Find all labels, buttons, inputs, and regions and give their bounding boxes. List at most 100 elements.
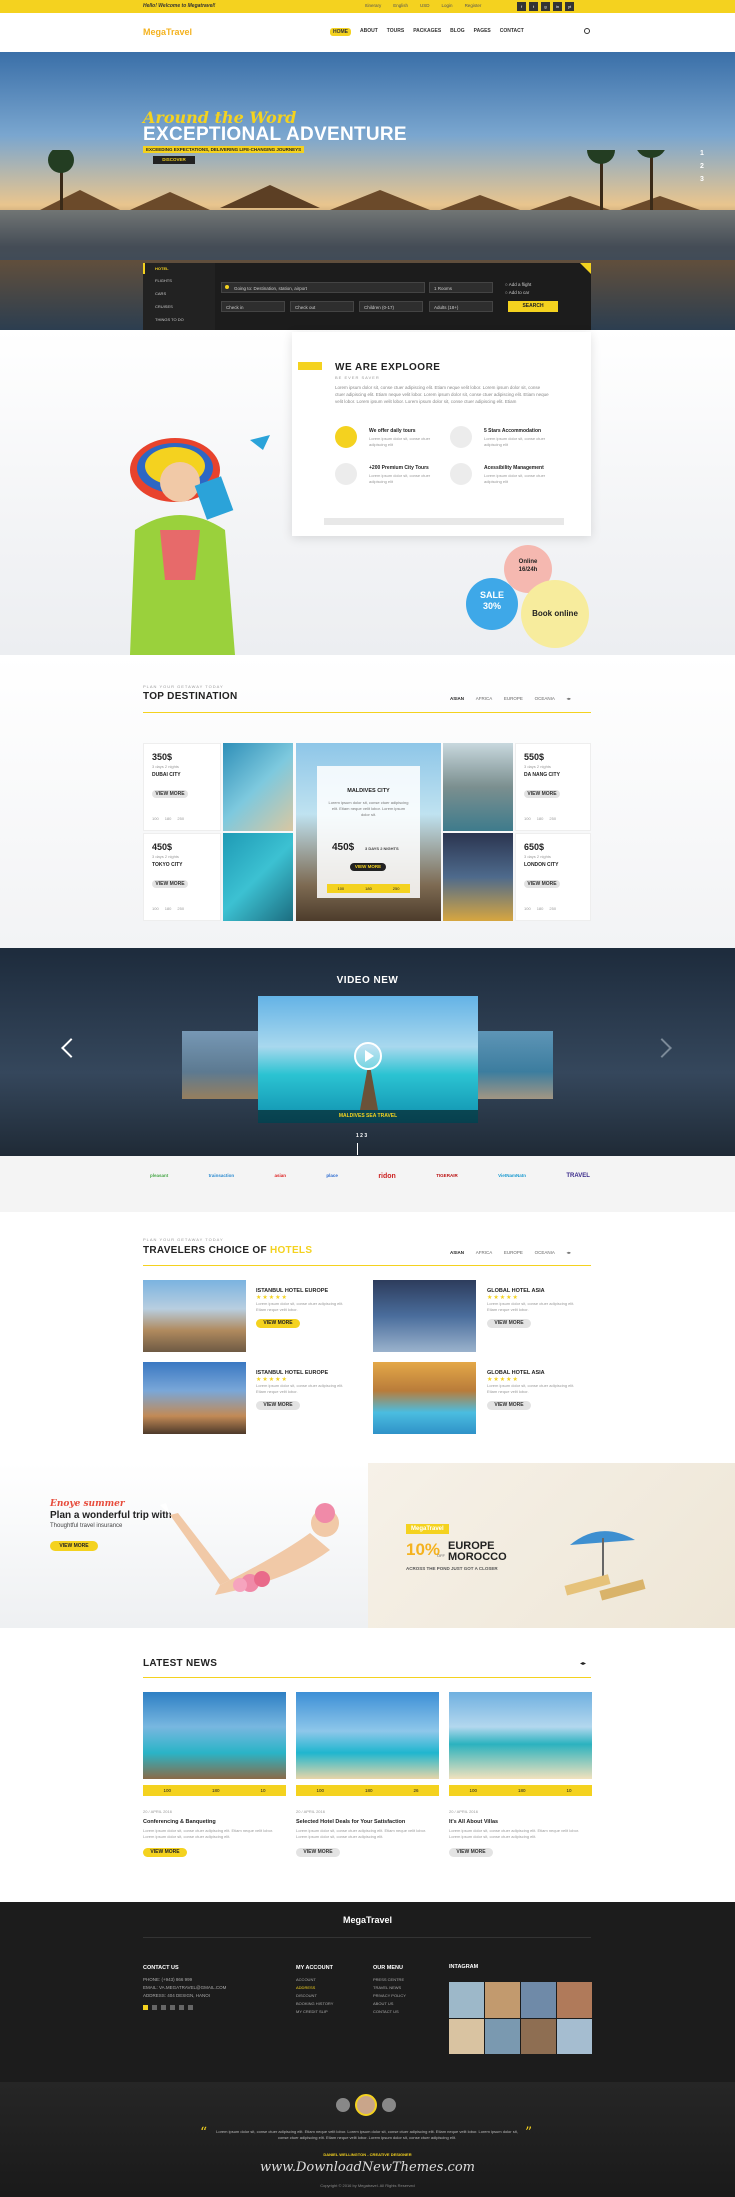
- avatar[interactable]: [355, 2094, 377, 2116]
- search-icon[interactable]: [584, 28, 590, 34]
- news-view-more-button[interactable]: VIEW MORE: [296, 1848, 340, 1857]
- instagram-icon[interactable]: in: [553, 2, 562, 11]
- partner-logo[interactable]: ridon: [378, 1173, 396, 1180]
- instagram-photo[interactable]: [449, 2018, 484, 2054]
- partner-logo[interactable]: place: [326, 1173, 338, 1180]
- news-view-more-button[interactable]: VIEW MORE: [449, 1848, 493, 1857]
- rss-icon[interactable]: [188, 2005, 193, 2010]
- add-car-option[interactable]: ○ Add to car: [505, 290, 531, 295]
- discover-button[interactable]: DISCOVER: [153, 156, 195, 164]
- partner-logo[interactable]: pleasant: [150, 1173, 168, 1180]
- tab-cruises[interactable]: CRUISES: [143, 300, 215, 313]
- hero-pager-2[interactable]: 2: [700, 163, 704, 170]
- checkout-input[interactable]: Check out: [290, 301, 354, 312]
- twitter-icon[interactable]: [161, 2005, 166, 2010]
- instagram-photo[interactable]: [557, 2018, 592, 2054]
- partner-logo[interactable]: TIGERAIR: [436, 1173, 458, 1180]
- nav-tours[interactable]: TOURS: [387, 28, 404, 36]
- tab-cars[interactable]: CARS: [143, 287, 215, 300]
- partner-logo[interactable]: asian: [275, 1173, 287, 1180]
- rooms-select[interactable]: 1 Rooms: [429, 282, 493, 293]
- footer-logo[interactable]: MegaTravel: [0, 1915, 735, 1925]
- view-more-button[interactable]: VIEW MORE: [487, 1401, 531, 1410]
- hotels-tab-africa[interactable]: AFRICA: [476, 1250, 493, 1255]
- itinerary-link[interactable]: Itinerary: [365, 3, 381, 8]
- carousel-arrows-icon[interactable]: ◂▸: [567, 1250, 572, 1255]
- facebook-icon[interactable]: f: [517, 2, 526, 11]
- footer-link[interactable]: ADDRESS: [296, 1984, 333, 1992]
- pinterest-icon[interactable]: [170, 2005, 175, 2010]
- hero-pager-3[interactable]: 3: [700, 176, 704, 183]
- facebook-icon[interactable]: [143, 2005, 148, 2010]
- destination-input[interactable]: Going to: Destination, station, airport: [221, 282, 425, 293]
- tab-asian[interactable]: ASIAN: [450, 696, 464, 701]
- hero-pager-1[interactable]: 1: [700, 150, 704, 157]
- footer-link[interactable]: CONTACT US: [373, 2008, 406, 2016]
- view-more-button[interactable]: VIEW MORE: [524, 790, 560, 798]
- news-arrows-icon[interactable]: ◂▸: [580, 1660, 586, 1667]
- adults-select[interactable]: Adults (18+): [429, 301, 493, 312]
- currency-select[interactable]: USD: [420, 3, 430, 8]
- nav-packages[interactable]: PACKAGES: [413, 28, 441, 36]
- nav-about[interactable]: ABOUT: [360, 28, 378, 36]
- hotels-tab-oceania[interactable]: OCEANIA: [535, 1250, 555, 1255]
- checkin-input[interactable]: Check in: [221, 301, 285, 312]
- instagram-photo[interactable]: [485, 1982, 520, 2018]
- hotels-tab-europe[interactable]: EUROPE: [504, 1250, 523, 1255]
- nav-contact[interactable]: CONTACT: [500, 28, 524, 36]
- view-more-button[interactable]: VIEW MORE: [487, 1319, 531, 1328]
- footer-link[interactable]: PRESS CENTRE: [373, 1976, 406, 1984]
- logo[interactable]: MegaTravel: [143, 27, 192, 37]
- footer-email[interactable]: EMAIL: VA.MEGATRAVEL@GMAIL.COM: [143, 1984, 226, 1992]
- instagram-photo[interactable]: [557, 1982, 592, 2018]
- footer-link[interactable]: MY CREDIT SLIP: [296, 2008, 333, 2016]
- video-dots[interactable]: 1 2 3: [356, 1133, 367, 1139]
- partner-logo[interactable]: trainsaction: [209, 1173, 235, 1180]
- footer-link[interactable]: ACCOUNT: [296, 1976, 333, 1984]
- promo-view-more-button[interactable]: VIEW MORE: [50, 1541, 98, 1551]
- news-headline[interactable]: It's All About Villas: [449, 1819, 589, 1825]
- book-online-badge[interactable]: Book online: [521, 580, 589, 648]
- tab-europe[interactable]: EUROPE: [504, 696, 523, 701]
- hotels-tab-asian[interactable]: ASIAN: [450, 1250, 464, 1255]
- twitter-icon[interactable]: t: [529, 2, 538, 11]
- news-headline[interactable]: Conferencing & Banqueting: [143, 1819, 283, 1825]
- language-select[interactable]: English: [393, 3, 408, 8]
- view-more-button[interactable]: VIEW MORE: [152, 880, 188, 888]
- dest-center-view-more[interactable]: VIEW MORE: [350, 863, 386, 871]
- instagram-icon[interactable]: [179, 2005, 184, 2010]
- tab-hotel[interactable]: HOTEL: [143, 263, 215, 274]
- children-select[interactable]: Children (0-17): [359, 301, 423, 312]
- linkedin-icon[interactable]: [152, 2005, 157, 2010]
- footer-link[interactable]: TRAVEL NEWS: [373, 1984, 406, 1992]
- view-more-button[interactable]: VIEW MORE: [256, 1319, 300, 1328]
- avatar[interactable]: [336, 2098, 350, 2112]
- partner-logo[interactable]: VietNamNatn: [498, 1173, 526, 1180]
- view-more-button[interactable]: VIEW MORE: [152, 790, 188, 798]
- footer-link[interactable]: DISCOUNT: [296, 1992, 333, 2000]
- search-button[interactable]: SEARCH: [508, 301, 558, 312]
- view-more-button[interactable]: VIEW MORE: [524, 880, 560, 888]
- instagram-photo[interactable]: [521, 2018, 556, 2054]
- tab-flights[interactable]: FLIGHTS: [143, 274, 215, 287]
- carousel-arrows-icon[interactable]: ◂▸: [567, 696, 572, 701]
- news-headline[interactable]: Selected Hotel Deals for Your Satisfacti…: [296, 1819, 436, 1825]
- avatar[interactable]: [382, 2098, 396, 2112]
- nav-pages[interactable]: PAGES: [474, 28, 491, 36]
- instagram-photo[interactable]: [449, 1982, 484, 2018]
- nav-blog[interactable]: BLOG: [450, 28, 464, 36]
- google-icon[interactable]: g: [541, 2, 550, 11]
- footer-link[interactable]: PRIVACY POLICY: [373, 1992, 406, 2000]
- partner-logo[interactable]: TRAVEL: [566, 1173, 590, 1180]
- youtube-icon[interactable]: yt: [565, 2, 574, 11]
- add-flight-option[interactable]: ○ Add a flight: [505, 282, 531, 287]
- instagram-photo[interactable]: [521, 1982, 556, 2018]
- login-link[interactable]: Login: [442, 3, 453, 8]
- view-more-button[interactable]: VIEW MORE: [256, 1401, 300, 1410]
- footer-link[interactable]: ABOUT US: [373, 2000, 406, 2008]
- nav-home[interactable]: HOME: [330, 28, 351, 36]
- register-link[interactable]: Register: [465, 3, 482, 8]
- tab-things-to-do[interactable]: THINGS TO DO: [143, 313, 215, 326]
- news-view-more-button[interactable]: VIEW MORE: [143, 1848, 187, 1857]
- tab-africa[interactable]: AFRICA: [476, 696, 493, 701]
